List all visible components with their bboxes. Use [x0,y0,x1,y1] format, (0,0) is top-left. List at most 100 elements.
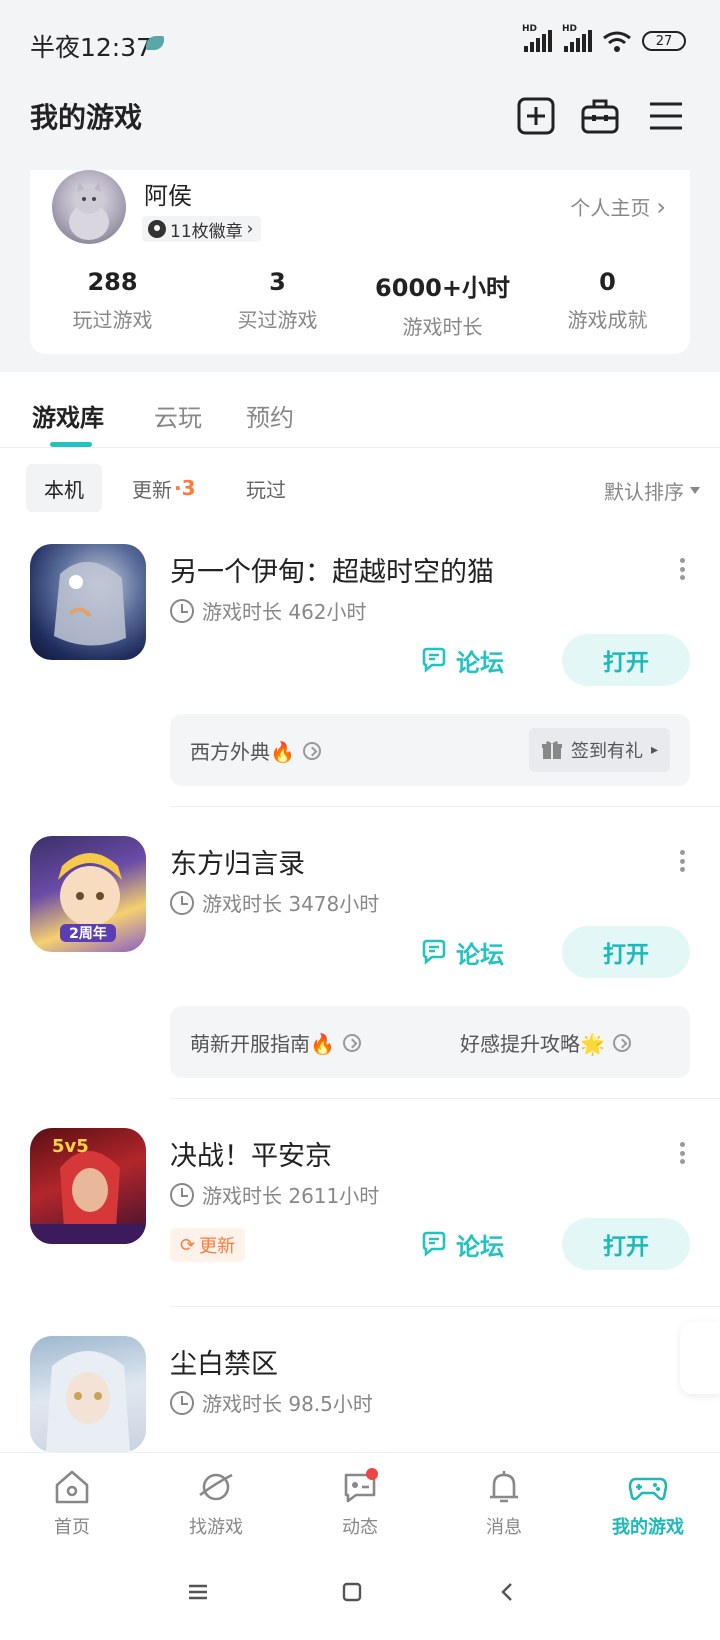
nav-label: 我的游戏 [612,1517,684,1538]
signal-icon: HD [562,24,592,52]
game-title: 另一个伊甸：超越时空的猫 [170,557,494,588]
page-title: 我的游戏 [30,101,143,134]
game-item[interactable]: 5v5 决战！平安京 游戏时长 2611小时 ⟳ 更新 论坛 打开 [0,1128,720,1307]
game-icon[interactable] [30,1336,146,1452]
filter-update-label: 更新 [132,477,172,502]
more-icon[interactable] [680,850,686,872]
forum-button[interactable]: 论坛 [420,932,504,972]
refresh-icon: ⟳ [180,1234,196,1256]
stat-label: 玩过游戏 [72,308,153,332]
add-icon[interactable] [516,96,556,136]
sort-dropdown[interactable]: 默认排序 [604,476,700,505]
user-name: 阿侯 [144,182,192,210]
app-notification-icon [146,36,164,50]
back-icon[interactable] [496,1580,520,1604]
profile-card[interactable]: 阿侯 11枚徽章 › 个人主页 › 288 玩过游戏 3 买过游戏 6000+小… [30,170,690,354]
tab-reservations[interactable]: 预约 [246,398,294,433]
stats-row: 288 玩过游戏 3 买过游戏 6000+小时 游戏时长 0 游戏成就 [30,268,690,340]
more-icon[interactable] [680,558,686,580]
menu-icon[interactable] [646,96,686,136]
avatar[interactable] [52,170,126,244]
forum-icon [422,647,446,673]
update-tag-label: 更新 [199,1236,236,1257]
game-icon[interactable]: 2周年 [30,836,146,952]
nav-home[interactable]: 首页 [0,1453,144,1556]
stat-achievements[interactable]: 0 游戏成就 [525,268,690,340]
update-tag: ⟳ 更新 [170,1228,246,1262]
filter-played[interactable]: 玩过 [228,464,304,512]
playtime: 游戏时长 462小时 [170,596,367,625]
stat-playtime[interactable]: 6000+小时 游戏时长 [360,268,525,340]
status-time: 半夜12:37 [30,33,153,62]
badge-count[interactable]: 11枚徽章 › [142,216,262,242]
open-button[interactable]: 打开 [562,634,690,686]
divider [170,1306,720,1307]
recent-apps-icon[interactable] [186,1580,210,1604]
icon-anniversary-text: 2周年 [69,925,107,942]
guide-link[interactable]: 萌新开服指南🔥 [190,1028,361,1057]
stat-label: 买过游戏 [237,308,318,332]
system-nav-bar [0,1556,720,1640]
playtime-label: 游戏时长 98.5小时 [202,1392,373,1416]
stat-played[interactable]: 288 玩过游戏 [30,268,195,340]
filter-local[interactable]: 本机 [26,464,102,512]
forum-icon [422,1231,446,1257]
game-icon[interactable] [30,544,146,660]
open-button[interactable]: 打开 [562,926,690,978]
tab-bar: 游戏库 云玩 预约 [0,372,720,448]
tab-cloud-play[interactable]: 云玩 [154,398,202,433]
stat-value: 6000+小时 [375,274,510,302]
home-button-icon[interactable] [340,1580,364,1604]
guide-link[interactable]: 好感提升攻略🌟 [460,1028,631,1057]
gamepad-icon [628,1477,668,1501]
nav-label: 找游戏 [189,1517,243,1538]
game-title: 尘白禁区 [170,1349,278,1380]
status-bar: 半夜12:37 HD HD 27 [0,0,720,90]
game-icon[interactable]: 5v5 [30,1128,146,1244]
game-item[interactable]: 尘白禁区 游戏时长 98.5小时 [0,1336,720,1460]
signal-icon: HD [522,24,552,52]
stat-label: 游戏成就 [567,308,648,332]
tab-indicator [50,442,92,447]
open-button[interactable]: 打开 [562,1218,690,1270]
tab-game-library[interactable]: 游戏库 [32,398,104,433]
guide-link[interactable]: 西方外典🔥 [190,736,321,765]
game-links: 西方外典🔥 签到有礼 ▸ [170,714,690,786]
nav-feed[interactable]: 动态 [288,1453,432,1556]
caret-right-icon: ▸ [650,742,658,758]
toolbox-icon[interactable] [580,96,620,136]
nav-my-games[interactable]: 我的游戏 [576,1453,720,1556]
forum-button[interactable]: 论坛 [420,1224,504,1264]
guide-link-label: 西方外典🔥 [190,740,295,764]
clock-icon [170,890,194,915]
home-icon [55,1470,89,1504]
floating-download-tab[interactable] [680,1322,720,1394]
icon-5v5-text: 5v5 [52,1136,89,1157]
battery-icon: 27 [642,31,686,51]
update-count: ·3 [174,476,196,500]
caret-down-icon [690,487,700,494]
stat-value: 3 [269,268,286,296]
guide-link-label: 萌新开服指南🔥 [190,1032,335,1056]
checkin-gift-button[interactable]: 签到有礼 ▸ [528,728,670,772]
forum-button[interactable]: 论坛 [420,640,504,680]
playtime: 游戏时长 98.5小时 [170,1388,373,1417]
stat-bought[interactable]: 3 买过游戏 [195,268,360,340]
game-item[interactable]: 2周年 东方归言录 游戏时长 3478小时 论坛 打开 萌新开服指南🔥 好感提升… [0,836,720,1099]
filter-update[interactable]: 更新 ·3 [114,464,214,512]
homepage-link[interactable]: 个人主页 › [570,192,666,221]
homepage-label: 个人主页 [570,196,651,220]
guide-link-label: 好感提升攻略🌟 [460,1032,605,1056]
gift-label: 签到有礼 [570,741,643,762]
nav-messages[interactable]: 消息 [432,1453,576,1556]
stat-label: 游戏时长 [402,315,483,339]
game-title: 决战！平安京 [170,1141,332,1172]
playtime: 游戏时长 2611小时 [170,1180,379,1209]
nav-discover[interactable]: 找游戏 [144,1453,288,1556]
bottom-nav: 首页 找游戏 动态 消息 我的游戏 [0,1452,720,1556]
game-item[interactable]: 另一个伊甸：超越时空的猫 游戏时长 462小时 论坛 打开 西方外典🔥 签到有礼… [0,544,720,807]
wifi-icon [603,31,631,52]
game-links: 萌新开服指南🔥 好感提升攻略🌟 [170,1006,690,1078]
divider [170,806,720,807]
more-icon[interactable] [680,1142,686,1164]
